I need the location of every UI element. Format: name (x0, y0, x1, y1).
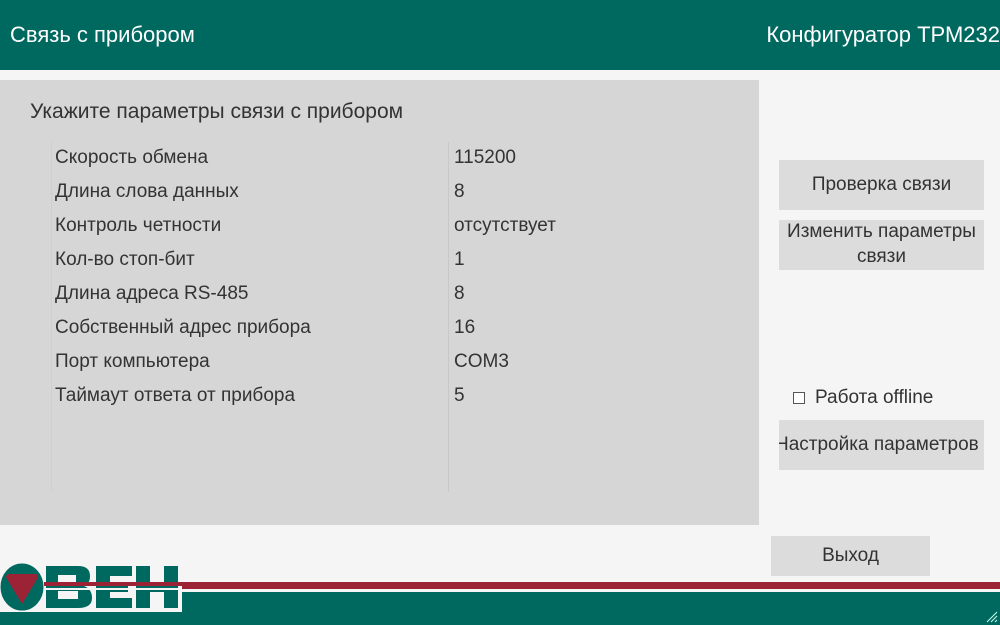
param-value[interactable]: COM3 (454, 351, 509, 373)
params-table: Скорость обмена 115200 Длина слова данны… (52, 142, 730, 414)
check-connection-button[interactable]: Проверка связи (779, 160, 984, 210)
param-name: Контроль четности (55, 215, 222, 236)
param-row-port[interactable]: Порт компьютера COM3 (52, 346, 730, 380)
page-title: Связь с прибором (10, 22, 195, 47)
param-value[interactable]: 16 (454, 317, 475, 339)
settings-button[interactable]: Настройка параметров (779, 420, 984, 470)
param-value[interactable]: 8 (454, 181, 465, 203)
header-bar: Связь с прибором Конфигуратор ТРМ232 (0, 0, 1000, 70)
param-row-device-address[interactable]: Собственный адрес прибора 16 (52, 312, 730, 346)
app-title: Конфигуратор ТРМ232 (766, 22, 1000, 47)
param-name: Длина адреса RS-485 (55, 283, 249, 304)
panel-heading: Укажите параметры связи с прибором (30, 100, 404, 123)
checkbox-icon[interactable] (793, 392, 805, 404)
param-value[interactable]: 1 (454, 249, 465, 271)
oven-logo-icon (0, 562, 182, 612)
param-row-timeout[interactable]: Таймаут ответа от прибора 5 (52, 380, 730, 414)
param-name: Таймаут ответа от прибора (55, 385, 296, 406)
param-value[interactable]: 8 (454, 283, 465, 305)
param-value[interactable]: отсутствует (454, 215, 556, 237)
param-row-baud[interactable]: Скорость обмена 115200 (52, 142, 730, 176)
param-name: Скорость обмена (55, 147, 209, 168)
change-params-button[interactable]: Изменить параметры связи (779, 220, 984, 270)
param-name: Кол-во стоп-бит (55, 249, 195, 270)
app-window: Связь с прибором Конфигуратор ТРМ232 Ука… (0, 0, 1000, 625)
param-name: Собственный адрес прибора (55, 317, 311, 338)
connection-params-panel: Укажите параметры связи с прибором Скоро… (0, 80, 759, 525)
param-name: Длина слова данных (55, 181, 239, 202)
offline-label: Работа offline (815, 387, 934, 408)
param-row-data-bits[interactable]: Длина слова данных 8 (52, 176, 730, 210)
offline-checkbox[interactable]: Работа offline (793, 387, 933, 409)
resize-grip-icon[interactable] (984, 609, 998, 623)
param-row-parity[interactable]: Контроль четности отсутствует (52, 210, 730, 244)
param-value[interactable]: 5 (454, 385, 465, 407)
param-value[interactable]: 115200 (454, 147, 516, 169)
param-name: Порт компьютера (55, 351, 210, 372)
param-row-stop-bits[interactable]: Кол-во стоп-бит 1 (52, 244, 730, 278)
exit-button[interactable]: Выход (771, 536, 930, 576)
param-row-address-length[interactable]: Длина адреса RS-485 8 (52, 278, 730, 312)
